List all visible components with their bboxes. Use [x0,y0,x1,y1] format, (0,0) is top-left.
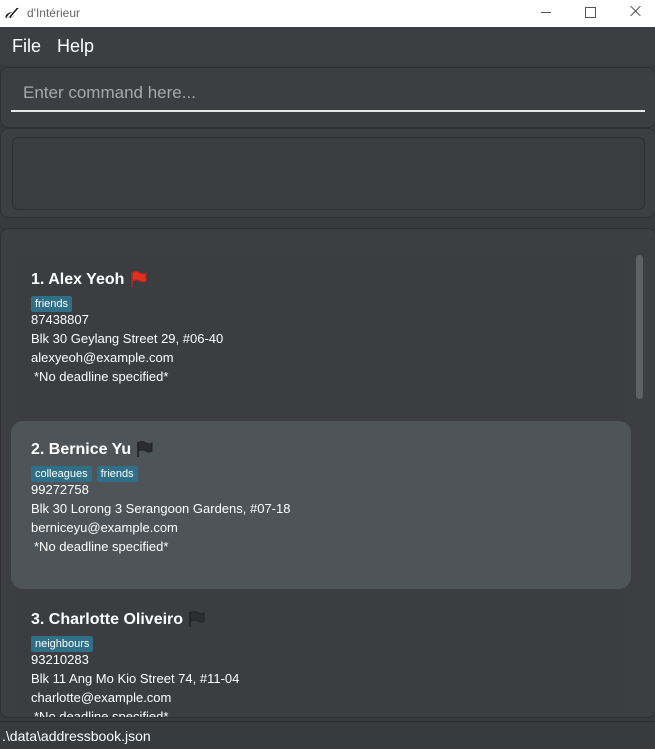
tag-label: friends [31,296,73,312]
person-card[interactable]: 2. Bernice Yu colleagues friends 99272758 Bl… [11,421,631,589]
tag-list: friends [31,294,77,312]
person-phone: 93210283 [31,652,89,667]
maximize-button[interactable] [567,0,613,27]
person-deadline: *No deadline specified* [34,369,169,384]
result-display-panel [0,128,655,218]
minimize-button[interactable] [522,0,568,27]
flag-icon [131,271,147,287]
menu-bar: File Help [0,27,655,65]
maximize-icon [585,7,596,18]
flag-icon [137,441,153,457]
close-button[interactable] [612,0,655,27]
tag-list: neighbours [31,634,98,652]
window-title: d'Intérieur [27,6,80,20]
person-email: charlotte@example.com [31,690,172,705]
person-name: 2. Bernice Yu [31,441,132,458]
status-bar: .\data\addressbook.json [0,721,655,749]
person-phone: 99272758 [31,482,89,497]
person-name: 3. Charlotte Oliveiro [31,611,184,628]
person-address: Blk 30 Geylang Street 29, #06-40 [31,331,224,346]
menu-help[interactable]: Help [57,36,94,57]
command-input[interactable] [11,76,645,112]
person-list-panel: 1. Alex Yeoh friends 87438807 Blk 30 Geylan… [0,228,655,718]
person-address: Blk 11 Ang Mo Kio Street 74, #11-04 [31,671,240,686]
command-box [0,67,655,128]
tag-list: colleagues friends [31,464,143,482]
tag-label: friends [96,466,138,482]
person-deadline: *No deadline specified* [34,709,169,718]
person-email: berniceyu@example.com [31,520,178,535]
list-scrollbar[interactable] [636,255,643,399]
person-phone: 87438807 [31,312,89,327]
menu-file[interactable]: File [12,36,41,57]
person-card[interactable]: 3. Charlotte Oliveiro neighbours 93210283 B… [11,591,631,718]
flag-icon [189,611,205,627]
person-email: alexyeoh@example.com [31,350,174,365]
tag-label: neighbours [31,636,94,652]
title-bar: 𝒹 d'Intérieur [0,0,655,27]
tag-label: colleagues [31,466,92,482]
save-location: .\data\addressbook.json [2,728,151,744]
result-display [12,137,645,210]
person-deadline: *No deadline specified* [34,539,169,554]
person-name: 1. Alex Yeoh [31,271,125,288]
person-address: Blk 30 Lorong 3 Serangoon Gardens, #07-1… [31,501,291,516]
app-logo: 𝒹 [5,3,14,23]
person-card[interactable]: 1. Alex Yeoh friends 87438807 Blk 30 Geylan… [11,251,631,419]
minimize-icon [541,12,551,13]
